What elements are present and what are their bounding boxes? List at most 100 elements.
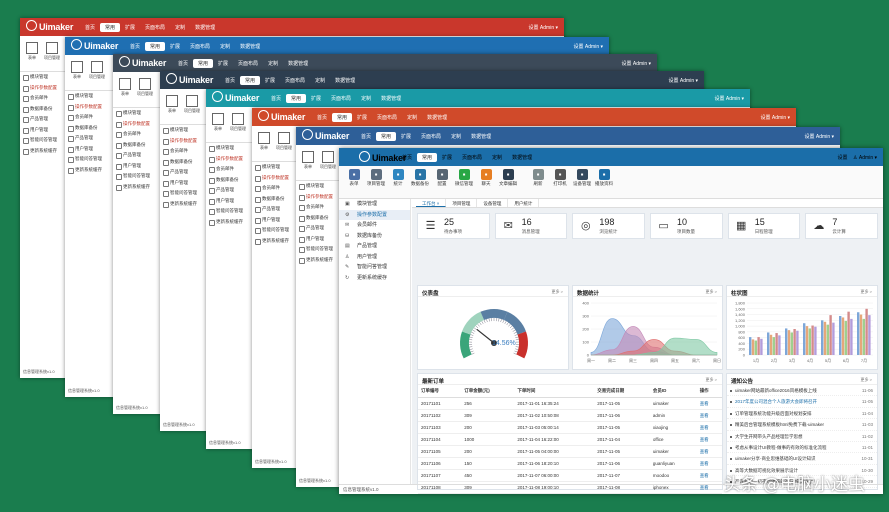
nav-item[interactable]: 页面布局 bbox=[185, 42, 215, 51]
sidebar-item[interactable]: ↻ 更新系统缓存 bbox=[339, 273, 410, 284]
toolbar-button[interactable]: 表单 bbox=[300, 151, 316, 170]
nav-item[interactable]: 数据管理 bbox=[283, 59, 313, 68]
nav-item[interactable]: 首页 bbox=[220, 76, 240, 85]
sidebar-item[interactable]: ✉ 会员邮件 bbox=[339, 220, 410, 231]
stat-card[interactable]: ▭ 10 项目数量 bbox=[650, 213, 723, 239]
toolbar-button[interactable]: ▪ 聊天 bbox=[475, 169, 497, 187]
nav-item[interactable]: 定制 bbox=[356, 94, 376, 103]
toolbar-button[interactable]: ▪ 设备管理 bbox=[571, 169, 593, 187]
more-link[interactable]: 更多 > bbox=[861, 377, 872, 383]
toolbar-button[interactable]: 表单 bbox=[117, 78, 133, 97]
settings-link[interactable]: 设置 bbox=[715, 96, 726, 102]
view-link[interactable]: 查看 bbox=[696, 433, 722, 446]
user-menu[interactable]: Admin ▾ bbox=[540, 25, 558, 31]
more-link[interactable]: 更多 > bbox=[552, 289, 563, 295]
nav-item[interactable]: 首页 bbox=[80, 23, 100, 32]
toolbar-button[interactable]: ▪ 数据备份 bbox=[409, 169, 431, 187]
more-link[interactable]: 更多 > bbox=[706, 289, 717, 295]
toolbar-button[interactable]: 项目管理 bbox=[320, 151, 336, 170]
settings-link[interactable]: 设置 bbox=[622, 61, 633, 67]
nav-item[interactable]: 定制 bbox=[215, 42, 235, 51]
tab[interactable]: 设备管理 bbox=[477, 199, 509, 207]
nav-item[interactable]: 定制 bbox=[263, 59, 283, 68]
nav-item[interactable]: 扩展 bbox=[437, 153, 457, 162]
settings-link[interactable]: 设置 bbox=[669, 78, 680, 84]
toolbar-button[interactable]: 表单 bbox=[69, 61, 85, 80]
nav-item[interactable]: 常用 bbox=[332, 113, 353, 122]
toolbar-button[interactable]: 项目管理 bbox=[230, 113, 246, 132]
nav-item[interactable]: 常用 bbox=[286, 94, 307, 103]
nav-item[interactable]: 扩展 bbox=[213, 59, 233, 68]
user-menu[interactable]: Admin ▾ bbox=[859, 155, 877, 161]
nav-item[interactable]: 扩展 bbox=[260, 76, 280, 85]
nav-item[interactable]: 首页 bbox=[356, 132, 376, 141]
nav-item[interactable]: 页面布局 bbox=[372, 113, 402, 122]
stat-card[interactable]: ☰ 25 待办事项 bbox=[417, 213, 490, 239]
nav-item[interactable]: 首页 bbox=[266, 94, 286, 103]
nav-item[interactable]: 首页 bbox=[125, 42, 145, 51]
toolbar-button[interactable]: ▪ 配置 bbox=[431, 169, 453, 187]
nav-item[interactable]: 扩展 bbox=[165, 42, 185, 51]
nav-item[interactable]: 定制 bbox=[310, 76, 330, 85]
sidebar-item[interactable]: 智能问答管理 bbox=[65, 154, 120, 165]
settings-link[interactable]: 设置 bbox=[574, 44, 585, 50]
stat-card[interactable]: ✉ 16 消息管理 bbox=[494, 213, 568, 239]
sidebar-item[interactable]: ✎ 智能问答管理 bbox=[339, 262, 410, 273]
nav-item[interactable]: 常用 bbox=[417, 153, 438, 162]
nav-item[interactable]: 定制 bbox=[402, 113, 422, 122]
toolbar-button[interactable]: ▪ 微信管理 bbox=[453, 169, 475, 187]
sidebar-item[interactable]: 会员邮件 bbox=[65, 112, 120, 123]
nav-item[interactable]: 数据管理 bbox=[466, 132, 496, 141]
nav-item[interactable]: 首页 bbox=[397, 153, 417, 162]
nav-item[interactable]: 常用 bbox=[145, 42, 166, 51]
nav-item[interactable]: 定制 bbox=[446, 132, 466, 141]
user-menu[interactable]: Admin ▾ bbox=[726, 96, 744, 102]
nav-item[interactable]: 页面布局 bbox=[416, 132, 446, 141]
toolbar-button[interactable]: ▪ 刷新 bbox=[527, 169, 549, 187]
user-menu[interactable]: Admin ▾ bbox=[772, 115, 790, 121]
view-link[interactable]: 查看 bbox=[696, 469, 722, 482]
toolbar-button[interactable]: 项目管理 bbox=[44, 42, 60, 61]
toolbar-button[interactable]: 表单 bbox=[164, 95, 180, 114]
nav-item[interactable]: 定制 bbox=[170, 23, 190, 32]
more-link[interactable]: 更多 > bbox=[706, 377, 717, 383]
nav-item[interactable]: 页面布局 bbox=[326, 94, 356, 103]
more-link[interactable]: 更多 > bbox=[861, 289, 872, 295]
nav-item[interactable]: 首页 bbox=[312, 113, 332, 122]
sidebar-item[interactable]: ▤ 产品管理 bbox=[339, 241, 410, 252]
notice-item[interactable]: 考虑从事设计UI教程-做事的有效的标准化流程 11-01 bbox=[727, 442, 877, 454]
nav-item[interactable]: 常用 bbox=[100, 23, 121, 32]
nav-item[interactable]: 常用 bbox=[240, 76, 261, 85]
sidebar-item[interactable]: ⛁ 数据库备份 bbox=[339, 231, 410, 242]
nav-item[interactable]: 常用 bbox=[193, 59, 214, 68]
nav-item[interactable]: 定制 bbox=[487, 153, 507, 162]
nav-item[interactable]: 常用 bbox=[376, 132, 397, 141]
settings-link[interactable]: 设置 bbox=[837, 155, 847, 161]
nav-item[interactable]: 页面布局 bbox=[140, 23, 170, 32]
view-link[interactable]: 查看 bbox=[696, 457, 722, 470]
stat-card[interactable]: ☁ 7 云计算 bbox=[805, 213, 879, 239]
sidebar-item[interactable]: ♙ 用户管理 bbox=[339, 252, 410, 263]
stat-card[interactable]: ◎ 198 浏览统计 bbox=[572, 213, 646, 239]
nav-item[interactable]: 扩展 bbox=[352, 113, 372, 122]
nav-item[interactable]: 页面布局 bbox=[457, 153, 487, 162]
toolbar-button[interactable]: 表单 bbox=[256, 132, 272, 151]
view-link[interactable]: 查看 bbox=[696, 409, 722, 422]
toolbar-button[interactable]: 项目管理 bbox=[184, 95, 200, 114]
toolbar-button[interactable]: ▪ 文章编辑 bbox=[497, 169, 519, 187]
nav-item[interactable]: 页面布局 bbox=[233, 59, 263, 68]
toolbar-button[interactable]: ▪ 表单 bbox=[343, 169, 365, 187]
nav-item[interactable]: 扩展 bbox=[120, 23, 140, 32]
settings-link[interactable]: 设置 bbox=[805, 134, 816, 140]
toolbar-button[interactable]: 项目管理 bbox=[276, 132, 292, 151]
view-link[interactable]: 查看 bbox=[696, 445, 722, 458]
toolbar-button[interactable]: ▪ 统计 bbox=[387, 169, 409, 187]
user-menu[interactable]: Admin ▾ bbox=[816, 134, 834, 140]
view-link[interactable]: 查看 bbox=[696, 421, 722, 434]
nav-item[interactable]: 数据管理 bbox=[330, 76, 360, 85]
sidebar-item[interactable]: 操作参数配置 bbox=[65, 102, 120, 113]
user-menu[interactable]: Admin ▾ bbox=[633, 61, 651, 67]
toolbar-button[interactable]: 表单 bbox=[24, 42, 40, 61]
settings-link[interactable]: 设置 bbox=[761, 115, 772, 121]
tab[interactable]: 项目管理 bbox=[446, 199, 478, 207]
